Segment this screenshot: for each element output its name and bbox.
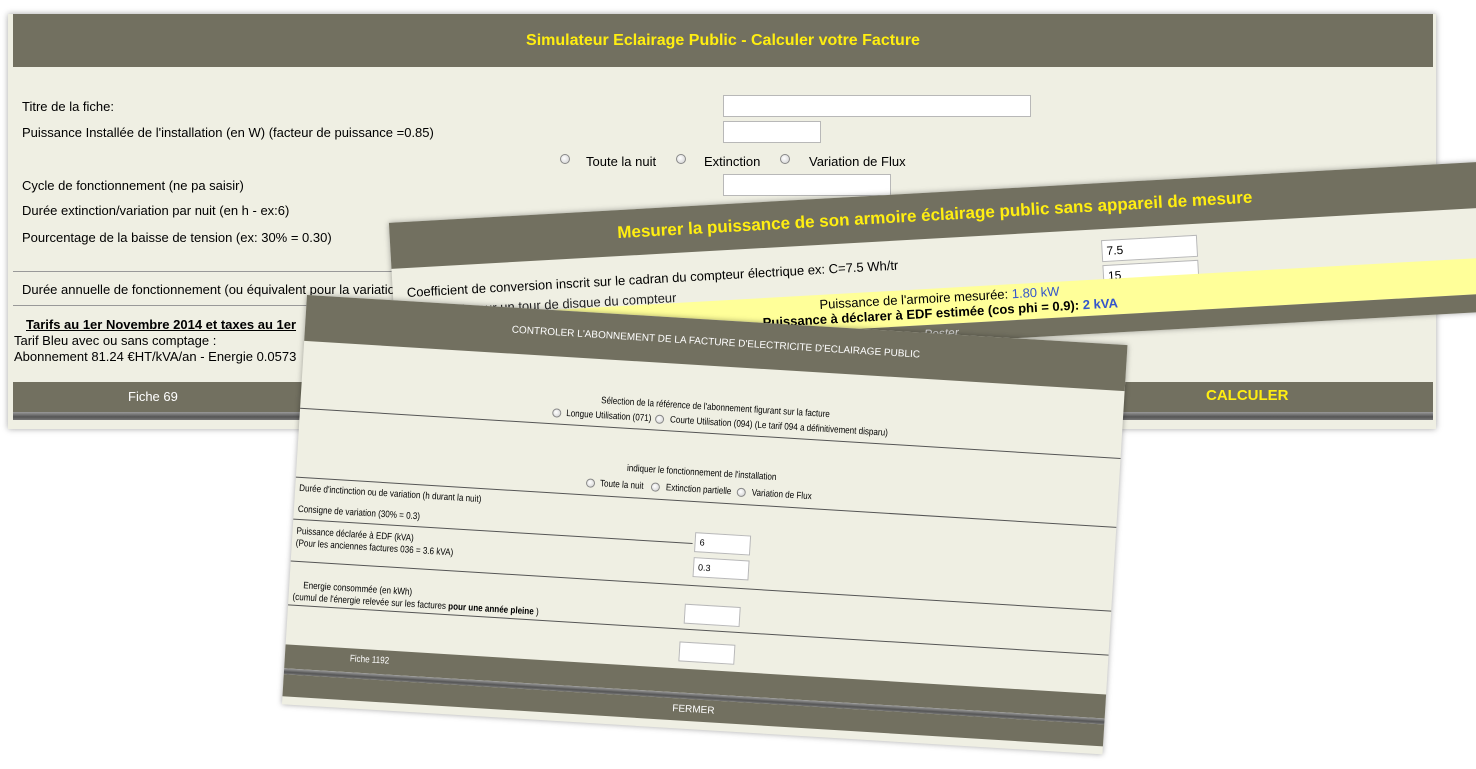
radio-variation-flux[interactable] bbox=[736, 487, 747, 498]
radio-longue-utilisation[interactable] bbox=[551, 408, 562, 418]
duree-input[interactable]: 6 bbox=[694, 532, 752, 556]
simulateur-title: Simulateur Eclairage Public - Calculer v… bbox=[13, 14, 1433, 67]
fiche-label: Fiche 69 bbox=[128, 389, 178, 404]
radio-courte-utilisation[interactable] bbox=[654, 414, 665, 425]
radio-label-courte: Courte Utilisation (094) (Le tarif 094 a… bbox=[669, 414, 889, 439]
radio-label-toute-nuit: Toute la nuit bbox=[599, 478, 644, 492]
controler-panel: CONTROLER L'ABONNEMENT DE LA FACTURE D'E… bbox=[281, 295, 1128, 755]
radio-label-extinction: Extinction partielle bbox=[665, 482, 732, 498]
puissance-label: Puissance Installée de l'installation (e… bbox=[22, 125, 434, 140]
radio-label-longue: Longue Utilisation (071) bbox=[565, 408, 652, 425]
pourcentage-label: Pourcentage de la baisse de tension (ex:… bbox=[22, 230, 332, 245]
cycle-label: Cycle de fonctionnement (ne pa saisir) bbox=[22, 178, 244, 193]
separator bbox=[300, 407, 1121, 459]
declarer-value: 2 kVA bbox=[1082, 295, 1119, 313]
calculer-button[interactable]: CALCULER bbox=[1206, 387, 1289, 404]
fonctionnement-label: indiquer le fonctionnement de l'installa… bbox=[626, 462, 777, 483]
puissance-input[interactable] bbox=[683, 603, 741, 628]
consigne-input[interactable]: 0.3 bbox=[692, 557, 750, 581]
coef-input[interactable]: 7.5 bbox=[1100, 234, 1199, 263]
radio-toute-la-nuit[interactable] bbox=[585, 478, 596, 488]
duree-label: Durée extinction/variation par nuit (en … bbox=[22, 203, 290, 218]
fiche-label: Fiche 1192 bbox=[349, 653, 390, 667]
tarifs-line2: Abonnement 81.24 €HT/kVA/an - Energie 0.… bbox=[14, 349, 297, 364]
controler-panel-wrap: CONTROLER L'ABONNEMENT DE LA FACTURE D'E… bbox=[281, 295, 1128, 769]
energie-note: (cumul de l'énergie relevée sur les fact… bbox=[292, 591, 539, 618]
energie-input[interactable] bbox=[678, 641, 736, 665]
mesurer-title: Mesurer la puissance de son armoire écla… bbox=[388, 161, 1476, 269]
tarifs-title: Tarifs au 1er Novembre 2014 et taxes au … bbox=[26, 317, 297, 332]
titre-label: Titre de la fiche: bbox=[22, 99, 115, 114]
tarifs-line1: Tarif Bleu avec ou sans comptage : bbox=[14, 333, 217, 348]
annuelle-label: Durée annuelle de fonctionnement (ou équ… bbox=[22, 282, 403, 297]
radio-label-variation: Variation de Flux bbox=[751, 487, 812, 503]
titre-input[interactable] bbox=[723, 95, 1031, 117]
radio-extinction-partielle[interactable] bbox=[650, 482, 661, 492]
